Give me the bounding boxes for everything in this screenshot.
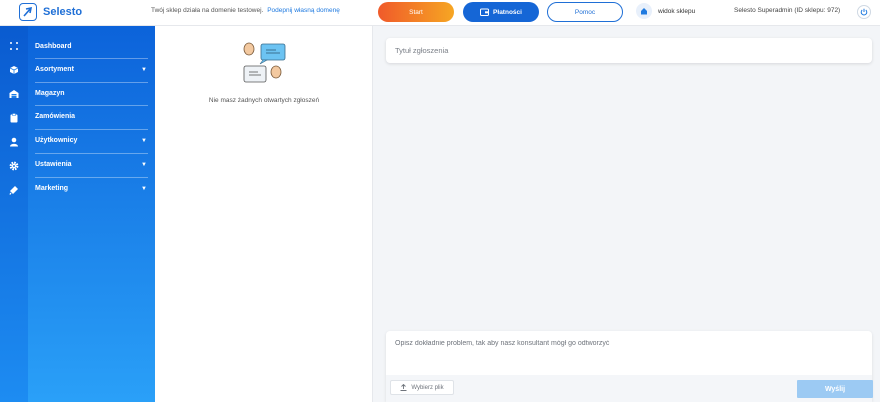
domain-notice-text: Twój sklep działa na domenie testowej. (151, 7, 264, 14)
sidebar-item-label: Zamówienia (35, 113, 76, 120)
warehouse-icon[interactable] (8, 88, 20, 100)
admin-account-info[interactable]: Selesto Superadmin (ID sklepu: 972) (734, 7, 840, 14)
store-view-link[interactable]: widok sklepu (636, 3, 695, 19)
sidebar-item-label: Magazyn (35, 90, 65, 97)
sidebar-item-dashboard[interactable]: Dashboard (28, 35, 155, 58)
sidebar-item-label: Dashboard (35, 43, 72, 50)
caret-down-icon: ▼ (141, 137, 147, 144)
sidebar-item-zamowienia[interactable]: Zamówienia (28, 105, 155, 128)
send-button[interactable]: Wyślij (797, 380, 873, 398)
choose-file-button[interactable]: Wybierz plik (390, 380, 454, 395)
clipboard-icon[interactable] (8, 112, 20, 124)
selesto-logo-icon (19, 3, 37, 21)
caret-down-icon: ▼ (141, 161, 147, 168)
sidebar-item-label: Użytkownicy (35, 137, 78, 144)
ticket-description-card: Wybierz plik Wyślij (386, 331, 873, 402)
sidebar-item-label: Marketing (35, 185, 69, 192)
sidebar-item-label: Asortyment (35, 66, 74, 73)
sidebar-item-asortyment[interactable]: Asortyment ▼ (28, 58, 155, 81)
chat-bubbles-icon (242, 42, 288, 91)
wallet-icon (480, 8, 490, 16)
connect-domain-link[interactable]: Podepnij własną domenę (267, 7, 340, 14)
start-button[interactable]: Start (378, 2, 454, 22)
store-view-label: widok sklepu (658, 7, 696, 15)
logout-button[interactable] (857, 5, 871, 19)
ticket-list-panel: Nie masz żadnych otwartych zgłoszeń (155, 26, 373, 402)
sidebar-item-ustawienia[interactable]: Ustawienia ▼ (28, 153, 155, 176)
payments-button[interactable]: Płatności (463, 2, 539, 22)
gear-icon[interactable] (8, 160, 20, 172)
user-icon[interactable] (8, 136, 20, 148)
new-ticket-panel: Wybierz plik Wyślij (374, 26, 880, 402)
help-button[interactable]: Pomoc (547, 2, 623, 22)
megaphone-icon[interactable] (8, 184, 20, 196)
sidebar-item-uzytkownicy[interactable]: Użytkownicy ▼ (28, 129, 155, 152)
caret-down-icon: ▼ (141, 66, 147, 73)
caret-down-icon: ▼ (141, 185, 147, 192)
ticket-title-input[interactable] (386, 38, 872, 63)
grid-icon[interactable] (8, 40, 20, 52)
box-icon[interactable] (8, 64, 20, 76)
sidebar-item-magazyn[interactable]: Magazyn (28, 82, 155, 105)
sidebar: Dashboard Asortyment ▼ Magazyn Zamówieni… (28, 26, 155, 402)
ticket-form-footer: Wybierz plik Wyślij (386, 375, 873, 402)
payments-label: Płatności (493, 8, 522, 16)
empty-tickets-message: Nie masz żadnych otwartych zgłoszeń (208, 97, 320, 104)
choose-file-label: Wybierz plik (411, 384, 444, 391)
icon-rail (0, 26, 28, 402)
sidebar-item-marketing[interactable]: Marketing ▼ (28, 177, 155, 200)
power-icon (860, 8, 868, 16)
top-bar: Selesto Twój sklep działa na domenie tes… (0, 0, 880, 26)
ticket-description-input[interactable] (395, 340, 855, 370)
upload-icon (400, 384, 407, 391)
home-icon (636, 3, 652, 19)
brand-name: Selesto (43, 6, 83, 18)
logo[interactable]: Selesto (19, 3, 82, 21)
sidebar-item-label: Ustawienia (35, 161, 72, 168)
domain-notice: Twój sklep działa na domenie testowej. P… (151, 7, 340, 14)
